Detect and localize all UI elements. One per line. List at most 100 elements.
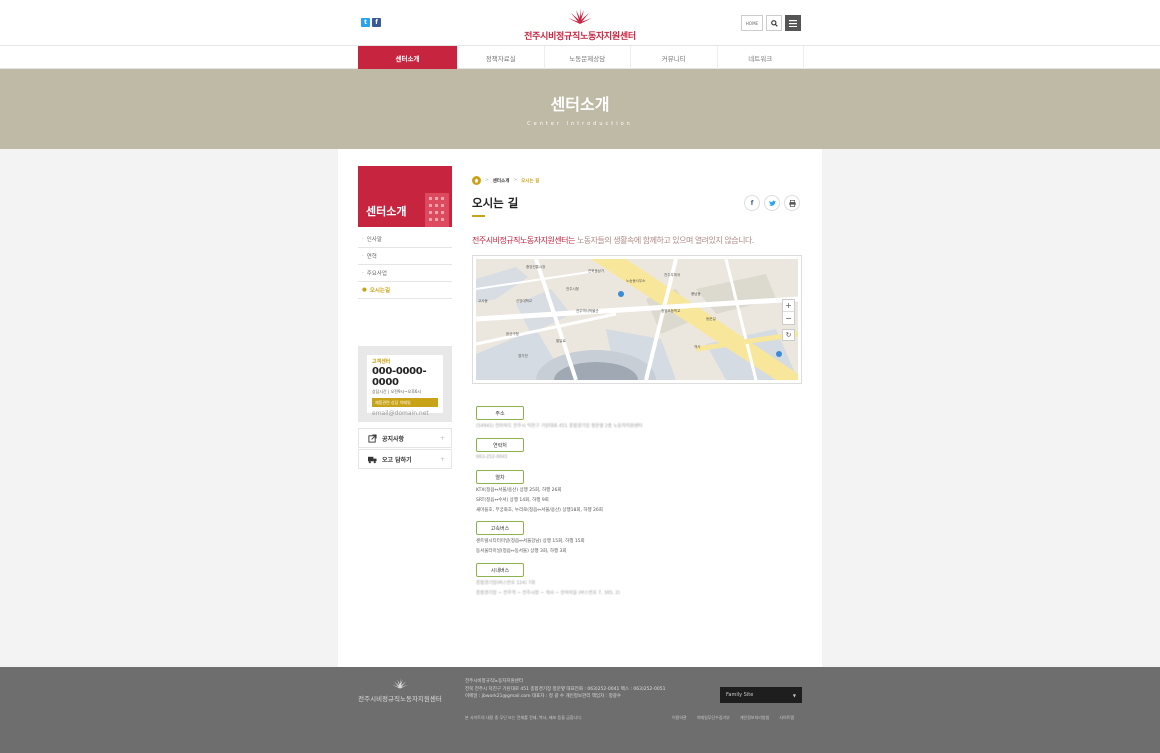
footer-link-terms[interactable]: 이용약관	[672, 715, 687, 721]
map-zoom-control: + −	[782, 299, 795, 325]
bullet-icon: ·	[362, 270, 364, 276]
info-line: 종합경기장(버스번호 124) 7회	[476, 581, 536, 586]
building-icon	[425, 193, 449, 227]
bullet-icon: ·	[362, 253, 364, 259]
map-label: 신앙대학교	[516, 299, 533, 303]
map-label: 진북동상가	[588, 269, 605, 273]
menu-button[interactable]	[785, 15, 801, 31]
twitter-icon[interactable]: t	[361, 18, 370, 27]
info-line: 센트럴시티터미널(정읍↔서울강남) 상행 15회, 하행 15회	[476, 539, 585, 544]
breadcrumb-current: 오시는 길	[521, 178, 540, 184]
footer-info: 전주시비정규직노동자지원센터 전북 전주시 덕진구 기린대로 451 종합경기장…	[465, 678, 665, 701]
customer-center-inner: 고객센터 000-0000-0000 상담시간 | 오전9시~오후6시 제품관련…	[367, 355, 443, 417]
info-tag-train: 열차	[476, 470, 524, 484]
lnb-item-business[interactable]: · 주요사업	[358, 265, 452, 282]
customer-center-phone: 000-0000-0000	[372, 366, 427, 388]
facebook-icon[interactable]: f	[372, 18, 381, 27]
quick-link-notice[interactable]: 공지사항 +	[358, 428, 452, 448]
map-label: 노송동사무소	[626, 279, 646, 283]
quick-link-directions[interactable]: 오고 담하기 +	[358, 449, 452, 469]
home-button[interactable]: HOME	[741, 15, 763, 31]
zoom-out-button[interactable]: −	[783, 312, 794, 324]
zoom-in-button[interactable]: +	[783, 300, 794, 312]
footer-site-name: 전주시비정규직노동자지원센터	[358, 695, 442, 703]
share-buttons: f	[744, 195, 800, 211]
print-icon[interactable]	[784, 195, 800, 211]
info-line: KTX(정읍↔서울/용산) 상행 25회, 하행 26회	[476, 488, 562, 493]
main-navigation: 센터소개 정책자료실 노동문제상담 커뮤니티 네트워크	[0, 46, 1160, 69]
map-label: 완산구청	[506, 332, 519, 336]
gnb-item-policy[interactable]: 정책자료실	[458, 46, 545, 69]
gnb-item-center[interactable]: 센터소개	[358, 46, 458, 69]
gnb-item-community[interactable]: 커뮤니티	[631, 46, 718, 69]
page-title: 오시는 길	[472, 196, 519, 210]
lnb-item-label: 주요사업	[366, 271, 387, 277]
flower-logo-icon	[392, 678, 408, 689]
footer-link-privacy[interactable]: 개인정보처리방침	[740, 715, 769, 721]
footer-info-line: 이메일 : jbwork21@gmail.com 대표자 : 정 광 수 개인정…	[465, 694, 621, 699]
info-line: 새마을호, 무궁화호, 누리로(정읍↔서울/용산) 상행18회, 하행 26회	[476, 508, 603, 513]
map-label: 전주우체국	[664, 273, 681, 277]
header-buttons: HOME	[741, 15, 801, 31]
map-label: 중앙초등학교	[661, 309, 681, 313]
lnb-item-label: 연혁	[366, 254, 377, 260]
site-name: 전주시비정규직노동자지원센터	[524, 32, 636, 42]
flower-logo-icon	[568, 8, 592, 24]
plus-icon: +	[439, 455, 445, 463]
map-label: 중앙전통시장	[526, 265, 546, 269]
info-line: 종합경기장 ~ 전주역 ~ 전주시청 ~ 객사 ~ 한옥마을 (버스번호 7, …	[476, 591, 621, 596]
customer-center-hours: 상담시간 | 오전9시~오후6시	[372, 389, 422, 394]
site-logo[interactable]: 전주시비정규직노동자지원센터	[510, 8, 650, 42]
gnb-items: 센터소개 정책자료실 노동문제상담 커뮤니티 네트워크	[358, 46, 804, 69]
lnb-title: 센터소개	[358, 166, 452, 227]
title-underline	[472, 215, 485, 217]
lnb-item-greeting[interactable]: · 인사말	[358, 231, 452, 248]
lnb-item-label: 오시는길	[369, 288, 391, 294]
truck-icon	[368, 456, 377, 463]
customer-center-email[interactable]: email@domain.net	[372, 410, 438, 417]
map-reset-button[interactable]: ↻	[782, 329, 795, 341]
external-link-icon	[368, 433, 377, 443]
info-line: 063-252-0041	[476, 455, 508, 460]
map-label: 경기전	[518, 354, 528, 358]
lnb-menu: · 인사말 · 연혁 · 주요사업 ● 오시는길	[358, 231, 452, 299]
family-site-select[interactable]: Family Site ▼	[720, 687, 802, 703]
info-line: (54941) 전라북도 전주시 덕진구 기린대로 451 종합경기장 정문옆 …	[476, 424, 643, 429]
map-canvas[interactable]: 중앙전통시장 진북동상가 노송동사무소 전주시청 전주우체국 풍남동 신앙대학교…	[476, 259, 798, 380]
footer-link-email[interactable]: 이메일무단수집거부	[697, 715, 730, 721]
footer-link-sitemap[interactable]: 사이트맵	[779, 715, 794, 721]
visual-subtitle: Center Introduction	[527, 121, 633, 127]
plus-icon: +	[439, 434, 445, 442]
info-tag-express-bus: 고속버스	[476, 521, 524, 535]
footer-logo: 전주시비정규직노동자지원센터	[358, 678, 442, 703]
bullet-icon: ·	[362, 236, 364, 242]
customer-center-box: 고객센터 000-0000-0000 상담시간 | 오전9시~오후6시 제품관련…	[358, 346, 452, 422]
breadcrumb-separator: >	[513, 178, 518, 183]
info-tag-contact: 연락처	[476, 438, 524, 452]
lnb-item-history[interactable]: · 연혁	[358, 248, 452, 265]
facebook-share-icon[interactable]: f	[744, 195, 760, 211]
info-line: SRT(정읍↔수서) 상행 14회, 하행 9회	[476, 498, 549, 503]
email-label: 제품관련 상담 이메일	[372, 398, 438, 407]
family-site-label: Family Site	[726, 692, 754, 698]
gnb-item-counsel[interactable]: 노동문제상담	[545, 46, 631, 69]
map-label: 전주역사박물관	[576, 309, 599, 313]
quick-link-label: 공지사항	[382, 435, 405, 443]
map-streets	[476, 259, 798, 380]
location-map[interactable]: 중앙전통시장 진북동상가 노송동사무소 전주시청 전주우체국 풍남동 신앙대학교…	[472, 255, 802, 384]
breadcrumb-level1[interactable]: 센터소개	[493, 178, 510, 184]
intro-rest: 노동자들의 생활속에 함께하고 있으며 열려있지 않습니다.	[574, 236, 754, 245]
home-icon[interactable]	[472, 176, 481, 185]
search-button[interactable]	[766, 15, 782, 31]
intro-text: 전주시비정규직노동자지원센터는 노동자들의 생활속에 함께하고 있으며 열려있지…	[472, 235, 802, 246]
lnb-title-text: 센터소개	[366, 205, 407, 218]
twitter-share-icon[interactable]	[764, 195, 780, 211]
gnb-item-network[interactable]: 네트워크	[718, 46, 804, 69]
info-tag-address: 주소	[476, 406, 524, 420]
footer-info-line: 전주시비정규직노동자지원센터	[465, 679, 523, 684]
footer-info-line: 전북 전주시 덕진구 기린대로 451 종합경기장 정문옆 대표전화 : 063…	[465, 686, 666, 692]
quick-link-label: 오고 담하기	[382, 456, 412, 464]
sns-links: t f	[361, 18, 381, 27]
chevron-down-icon: ▼	[792, 692, 796, 698]
lnb-item-directions[interactable]: ● 오시는길	[358, 282, 452, 299]
